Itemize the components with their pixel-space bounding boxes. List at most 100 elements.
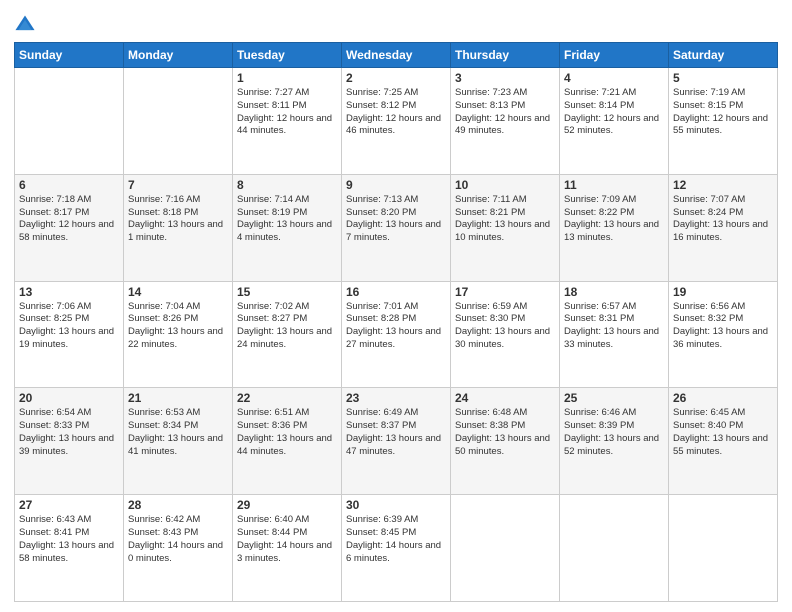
cell-info: Sunrise: 6:57 AM Sunset: 8:31 PM Dayligh… [564,301,664,352]
cell-info: Sunrise: 7:09 AM Sunset: 8:22 PM Dayligh… [564,194,664,245]
calendar-cell: 26 Sunrise: 6:45 AM Sunset: 8:40 PM Dayli… [669,388,778,495]
week-row-5: 27 Sunrise: 6:43 AM Sunset: 8:41 PM Dayli… [15,495,778,602]
calendar-cell: 1 Sunrise: 7:27 AM Sunset: 8:11 PM Daylig… [233,68,342,175]
calendar-cell: 17 Sunrise: 6:59 AM Sunset: 8:30 PM Dayli… [451,281,560,388]
cell-info: Sunrise: 6:56 AM Sunset: 8:32 PM Dayligh… [673,301,773,352]
day-number: 10 [455,178,555,192]
cell-info: Sunrise: 7:02 AM Sunset: 8:27 PM Dayligh… [237,301,337,352]
day-number: 11 [564,178,664,192]
col-header-tuesday: Tuesday [233,43,342,68]
cell-info: Sunrise: 7:13 AM Sunset: 8:20 PM Dayligh… [346,194,446,245]
week-row-2: 6 Sunrise: 7:18 AM Sunset: 8:17 PM Daylig… [15,174,778,281]
cell-info: Sunrise: 6:45 AM Sunset: 8:40 PM Dayligh… [673,407,773,458]
cell-info: Sunrise: 7:04 AM Sunset: 8:26 PM Dayligh… [128,301,228,352]
cell-info: Sunrise: 7:11 AM Sunset: 8:21 PM Dayligh… [455,194,555,245]
calendar-cell: 24 Sunrise: 6:48 AM Sunset: 8:38 PM Dayli… [451,388,560,495]
col-header-monday: Monday [124,43,233,68]
calendar-cell: 2 Sunrise: 7:25 AM Sunset: 8:12 PM Daylig… [342,68,451,175]
calendar-cell: 23Sunrise: 6:49 AM Sunset: 8:37 PM Dayli… [342,388,451,495]
calendar-cell: 12 Sunrise: 7:07 AM Sunset: 8:24 PM Dayli… [669,174,778,281]
header [14,10,778,36]
cell-info: Sunrise: 7:18 AM Sunset: 8:17 PM Dayligh… [19,194,119,245]
col-header-friday: Friday [560,43,669,68]
day-number: 4 [564,71,664,85]
cell-info: Sunrise: 6:46 AM Sunset: 8:39 PM Dayligh… [564,407,664,458]
cell-info: Sunrise: 7:25 AM Sunset: 8:12 PM Dayligh… [346,87,446,138]
cell-info: Sunrise: 6:42 AM Sunset: 8:43 PM Dayligh… [128,514,228,565]
logo [14,14,39,36]
calendar-cell: 19 Sunrise: 6:56 AM Sunset: 8:32 PM Dayli… [669,281,778,388]
cell-info: Sunrise: 7:06 AM Sunset: 8:25 PM Dayligh… [19,301,119,352]
cell-info: Sunrise: 7:01 AM Sunset: 8:28 PM Dayligh… [346,301,446,352]
day-number: 28 [128,498,228,512]
page: SundayMondayTuesdayWednesdayThursdayFrid… [0,0,792,612]
calendar: SundayMondayTuesdayWednesdayThursdayFrid… [14,42,778,602]
day-number: 1 [237,71,337,85]
cell-info: Sunrise: 7:16 AM Sunset: 8:18 PM Dayligh… [128,194,228,245]
cell-info: Sunrise: 6:59 AM Sunset: 8:30 PM Dayligh… [455,301,555,352]
cell-info: Sunrise: 7:07 AM Sunset: 8:24 PM Dayligh… [673,194,773,245]
day-number: 3 [455,71,555,85]
cell-info: Sunrise: 7:19 AM Sunset: 8:15 PM Dayligh… [673,87,773,138]
calendar-cell: 18 Sunrise: 6:57 AM Sunset: 8:31 PM Dayli… [560,281,669,388]
day-number: 16 [346,285,446,299]
day-number: 12 [673,178,773,192]
calendar-cell [669,495,778,602]
cell-info: Sunrise: 7:21 AM Sunset: 8:14 PM Dayligh… [564,87,664,138]
calendar-cell [560,495,669,602]
day-number: 14 [128,285,228,299]
day-number: 9 [346,178,446,192]
col-header-thursday: Thursday [451,43,560,68]
cell-info: Sunrise: 6:51 AM Sunset: 8:36 PM Dayligh… [237,407,337,458]
calendar-cell: 28 Sunrise: 6:42 AM Sunset: 8:43 PM Dayli… [124,495,233,602]
day-number: 18 [564,285,664,299]
day-number: 2 [346,71,446,85]
day-number: 22 [237,391,337,405]
cell-info: Sunrise: 6:53 AM Sunset: 8:34 PM Dayligh… [128,407,228,458]
cell-info: Sunrise: 6:40 AM Sunset: 8:44 PM Dayligh… [237,514,337,565]
calendar-cell: 9 Sunrise: 7:13 AM Sunset: 8:20 PM Daylig… [342,174,451,281]
day-number: 19 [673,285,773,299]
calendar-cell: 20 Sunrise: 6:54 AM Sunset: 8:33 PM Dayli… [15,388,124,495]
calendar-cell: 6 Sunrise: 7:18 AM Sunset: 8:17 PM Daylig… [15,174,124,281]
calendar-cell: 21 Sunrise: 6:53 AM Sunset: 8:34 PM Dayli… [124,388,233,495]
day-number: 26 [673,391,773,405]
week-row-4: 20 Sunrise: 6:54 AM Sunset: 8:33 PM Dayli… [15,388,778,495]
cell-info: Sunrise: 6:49 AM Sunset: 8:37 PM Dayligh… [346,407,446,458]
calendar-cell: 13 Sunrise: 7:06 AM Sunset: 8:25 PM Dayli… [15,281,124,388]
day-number: 6 [19,178,119,192]
calendar-header-row: SundayMondayTuesdayWednesdayThursdayFrid… [15,43,778,68]
cell-info: Sunrise: 6:39 AM Sunset: 8:45 PM Dayligh… [346,514,446,565]
col-header-sunday: Sunday [15,43,124,68]
calendar-cell: 25Sunrise: 6:46 AM Sunset: 8:39 PM Dayli… [560,388,669,495]
calendar-cell: 15 Sunrise: 7:02 AM Sunset: 8:27 PM Dayli… [233,281,342,388]
day-number: 7 [128,178,228,192]
day-number: 30 [346,498,446,512]
calendar-cell: 3Sunrise: 7:23 AM Sunset: 8:13 PM Daylig… [451,68,560,175]
calendar-cell: 11 Sunrise: 7:09 AM Sunset: 8:22 PM Dayli… [560,174,669,281]
day-number: 15 [237,285,337,299]
calendar-cell: 30 Sunrise: 6:39 AM Sunset: 8:45 PM Dayli… [342,495,451,602]
calendar-cell: 7 Sunrise: 7:16 AM Sunset: 8:18 PM Daylig… [124,174,233,281]
day-number: 27 [19,498,119,512]
day-number: 20 [19,391,119,405]
calendar-cell [451,495,560,602]
day-number: 29 [237,498,337,512]
cell-info: Sunrise: 6:48 AM Sunset: 8:38 PM Dayligh… [455,407,555,458]
day-number: 13 [19,285,119,299]
calendar-cell: 5Sunrise: 7:19 AM Sunset: 8:15 PM Daylig… [669,68,778,175]
week-row-1: 1 Sunrise: 7:27 AM Sunset: 8:11 PM Daylig… [15,68,778,175]
week-row-3: 13 Sunrise: 7:06 AM Sunset: 8:25 PM Dayli… [15,281,778,388]
calendar-cell: 14 Sunrise: 7:04 AM Sunset: 8:26 PM Dayli… [124,281,233,388]
calendar-cell: 10 Sunrise: 7:11 AM Sunset: 8:21 PM Dayli… [451,174,560,281]
calendar-cell [124,68,233,175]
cell-info: Sunrise: 6:54 AM Sunset: 8:33 PM Dayligh… [19,407,119,458]
cell-info: Sunrise: 6:43 AM Sunset: 8:41 PM Dayligh… [19,514,119,565]
day-number: 17 [455,285,555,299]
day-number: 21 [128,391,228,405]
calendar-cell: 27 Sunrise: 6:43 AM Sunset: 8:41 PM Dayli… [15,495,124,602]
logo-icon [14,14,36,36]
calendar-cell [15,68,124,175]
day-number: 24 [455,391,555,405]
cell-info: Sunrise: 7:27 AM Sunset: 8:11 PM Dayligh… [237,87,337,138]
